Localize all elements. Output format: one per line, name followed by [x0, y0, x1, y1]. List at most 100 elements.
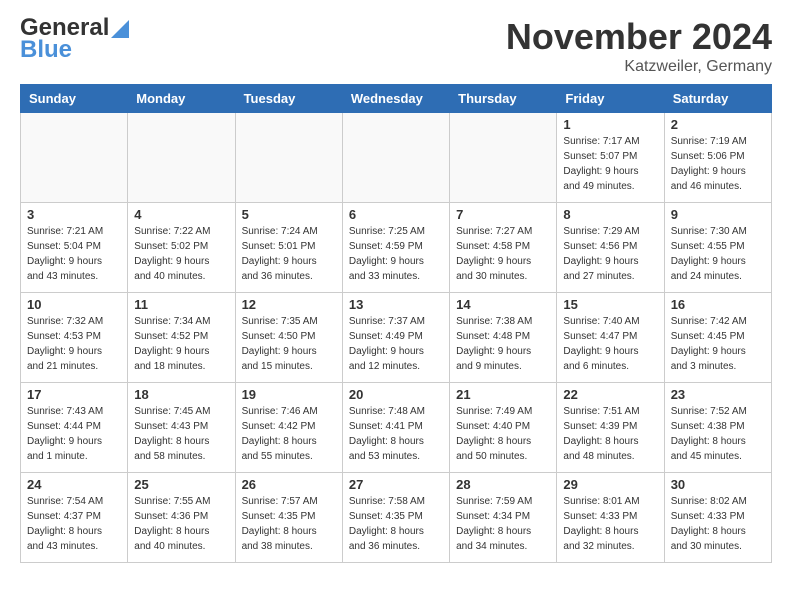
day-info: Sunrise: 7:51 AM Sunset: 4:39 PM Dayligh…: [563, 404, 657, 464]
day-cell: [235, 113, 342, 203]
day-number: 27: [349, 477, 443, 492]
day-number: 24: [27, 477, 121, 492]
day-info: Sunrise: 7:43 AM Sunset: 4:44 PM Dayligh…: [27, 404, 121, 464]
day-number: 8: [563, 207, 657, 222]
col-header-sunday: Sunday: [21, 85, 128, 113]
day-number: 1: [563, 117, 657, 132]
day-cell: 28 Sunrise: 7:59 AM Sunset: 4:34 PM Dayli…: [450, 473, 557, 563]
col-header-friday: Friday: [557, 85, 664, 113]
day-cell: [342, 113, 449, 203]
day-info: Sunrise: 7:45 AM Sunset: 4:43 PM Dayligh…: [134, 404, 228, 464]
day-info: Sunrise: 7:34 AM Sunset: 4:52 PM Dayligh…: [134, 314, 228, 374]
day-cell: 21Sunrise: 7:49 AM Sunset: 4:40 PM Dayli…: [450, 383, 557, 473]
day-number: 6: [349, 207, 443, 222]
day-info: Sunrise: 7:58 AM Sunset: 4:35 PM Dayligh…: [349, 494, 443, 554]
day-number: 30: [671, 477, 765, 492]
day-info: Sunrise: 7:54 AM Sunset: 4:37 PM Dayligh…: [27, 494, 121, 554]
day-number: 9: [671, 207, 765, 222]
day-info: Sunrise: 7:48 AM Sunset: 4:41 PM Dayligh…: [349, 404, 443, 464]
logo: General Blue: [20, 16, 129, 64]
day-info: Sunrise: 7:38 AM Sunset: 4:48 PM Dayligh…: [456, 314, 550, 374]
week-row-3: 10 Sunrise: 7:32 AM Sunset: 4:53 PM Dayli…: [21, 293, 772, 383]
day-cell: 9 Sunrise: 7:30 AM Sunset: 4:55 PM Daylig…: [664, 203, 771, 293]
month-title: November 2024: [506, 16, 772, 58]
day-cell: 20 Sunrise: 7:48 AM Sunset: 4:41 PM Dayli…: [342, 383, 449, 473]
day-info: Sunrise: 7:52 AM Sunset: 4:38 PM Dayligh…: [671, 404, 765, 464]
day-info: Sunrise: 7:19 AM Sunset: 5:06 PM Dayligh…: [671, 134, 765, 194]
day-number: 3: [27, 207, 121, 222]
title-area: November 2024 Katzweiler, Germany: [506, 16, 772, 76]
calendar-table: SundayMondayTuesdayWednesdayThursdayFrid…: [20, 84, 772, 563]
week-row-2: 3Sunrise: 7:21 AM Sunset: 5:04 PM Daylig…: [21, 203, 772, 293]
day-cell: 5 Sunrise: 7:24 AM Sunset: 5:01 PM Daylig…: [235, 203, 342, 293]
page-container: General Blue November 2024 Katzweiler, G…: [0, 0, 792, 579]
day-cell: 18 Sunrise: 7:45 AM Sunset: 4:43 PM Dayli…: [128, 383, 235, 473]
day-number: 5: [242, 207, 336, 222]
day-cell: 1 Sunrise: 7:17 AM Sunset: 5:07 PM Daylig…: [557, 113, 664, 203]
day-cell: 15Sunrise: 7:40 AM Sunset: 4:47 PM Dayli…: [557, 293, 664, 383]
day-info: Sunrise: 7:22 AM Sunset: 5:02 PM Dayligh…: [134, 224, 228, 284]
day-cell: 7Sunrise: 7:27 AM Sunset: 4:58 PM Daylig…: [450, 203, 557, 293]
day-number: 26: [242, 477, 336, 492]
day-info: Sunrise: 8:01 AM Sunset: 4:33 PM Dayligh…: [563, 494, 657, 554]
day-number: 11: [134, 297, 228, 312]
day-cell: 19 Sunrise: 7:46 AM Sunset: 4:42 PM Dayli…: [235, 383, 342, 473]
day-number: 4: [134, 207, 228, 222]
day-number: 28: [456, 477, 550, 492]
day-cell: [21, 113, 128, 203]
day-cell: 16Sunrise: 7:42 AM Sunset: 4:45 PM Dayli…: [664, 293, 771, 383]
week-row-5: 24 Sunrise: 7:54 AM Sunset: 4:37 PM Dayli…: [21, 473, 772, 563]
day-cell: 10 Sunrise: 7:32 AM Sunset: 4:53 PM Dayli…: [21, 293, 128, 383]
day-info: Sunrise: 8:02 AM Sunset: 4:33 PM Dayligh…: [671, 494, 765, 554]
location: Katzweiler, Germany: [506, 58, 772, 76]
day-info: Sunrise: 7:59 AM Sunset: 4:34 PM Dayligh…: [456, 494, 550, 554]
col-header-monday: Monday: [128, 85, 235, 113]
day-info: Sunrise: 7:57 AM Sunset: 4:35 PM Dayligh…: [242, 494, 336, 554]
day-number: 25: [134, 477, 228, 492]
day-cell: 25 Sunrise: 7:55 AM Sunset: 4:36 PM Dayli…: [128, 473, 235, 563]
day-info: Sunrise: 7:32 AM Sunset: 4:53 PM Dayligh…: [27, 314, 121, 374]
day-cell: 8Sunrise: 7:29 AM Sunset: 4:56 PM Daylig…: [557, 203, 664, 293]
col-header-tuesday: Tuesday: [235, 85, 342, 113]
day-info: Sunrise: 7:55 AM Sunset: 4:36 PM Dayligh…: [134, 494, 228, 554]
day-cell: 30 Sunrise: 8:02 AM Sunset: 4:33 PM Dayli…: [664, 473, 771, 563]
day-cell: 4 Sunrise: 7:22 AM Sunset: 5:02 PM Daylig…: [128, 203, 235, 293]
logo-icon: [111, 20, 129, 38]
logo-blue: Blue: [20, 36, 72, 64]
day-info: Sunrise: 7:30 AM Sunset: 4:55 PM Dayligh…: [671, 224, 765, 284]
day-cell: 23Sunrise: 7:52 AM Sunset: 4:38 PM Dayli…: [664, 383, 771, 473]
day-cell: 3Sunrise: 7:21 AM Sunset: 5:04 PM Daylig…: [21, 203, 128, 293]
day-cell: 22 Sunrise: 7:51 AM Sunset: 4:39 PM Dayli…: [557, 383, 664, 473]
day-number: 19: [242, 387, 336, 402]
week-row-1: 1 Sunrise: 7:17 AM Sunset: 5:07 PM Daylig…: [21, 113, 772, 203]
day-cell: 6Sunrise: 7:25 AM Sunset: 4:59 PM Daylig…: [342, 203, 449, 293]
day-number: 22: [563, 387, 657, 402]
day-info: Sunrise: 7:24 AM Sunset: 5:01 PM Dayligh…: [242, 224, 336, 284]
day-cell: 13Sunrise: 7:37 AM Sunset: 4:49 PM Dayli…: [342, 293, 449, 383]
day-cell: 2 Sunrise: 7:19 AM Sunset: 5:06 PM Daylig…: [664, 113, 771, 203]
day-number: 2: [671, 117, 765, 132]
day-info: Sunrise: 7:17 AM Sunset: 5:07 PM Dayligh…: [563, 134, 657, 194]
day-info: Sunrise: 7:49 AM Sunset: 4:40 PM Dayligh…: [456, 404, 550, 464]
day-info: Sunrise: 7:40 AM Sunset: 4:47 PM Dayligh…: [563, 314, 657, 374]
day-cell: [450, 113, 557, 203]
day-cell: [128, 113, 235, 203]
col-header-thursday: Thursday: [450, 85, 557, 113]
day-cell: 27 Sunrise: 7:58 AM Sunset: 4:35 PM Dayli…: [342, 473, 449, 563]
day-cell: 29 Sunrise: 8:01 AM Sunset: 4:33 PM Dayli…: [557, 473, 664, 563]
day-cell: 24 Sunrise: 7:54 AM Sunset: 4:37 PM Dayli…: [21, 473, 128, 563]
day-number: 14: [456, 297, 550, 312]
day-number: 12: [242, 297, 336, 312]
day-info: Sunrise: 7:27 AM Sunset: 4:58 PM Dayligh…: [456, 224, 550, 284]
day-number: 17: [27, 387, 121, 402]
day-number: 18: [134, 387, 228, 402]
day-info: Sunrise: 7:46 AM Sunset: 4:42 PM Dayligh…: [242, 404, 336, 464]
day-cell: 12Sunrise: 7:35 AM Sunset: 4:50 PM Dayli…: [235, 293, 342, 383]
day-cell: 11 Sunrise: 7:34 AM Sunset: 4:52 PM Dayli…: [128, 293, 235, 383]
week-row-4: 17 Sunrise: 7:43 AM Sunset: 4:44 PM Dayli…: [21, 383, 772, 473]
day-cell: 14 Sunrise: 7:38 AM Sunset: 4:48 PM Dayli…: [450, 293, 557, 383]
day-number: 29: [563, 477, 657, 492]
day-number: 20: [349, 387, 443, 402]
col-header-saturday: Saturday: [664, 85, 771, 113]
day-number: 10: [27, 297, 121, 312]
